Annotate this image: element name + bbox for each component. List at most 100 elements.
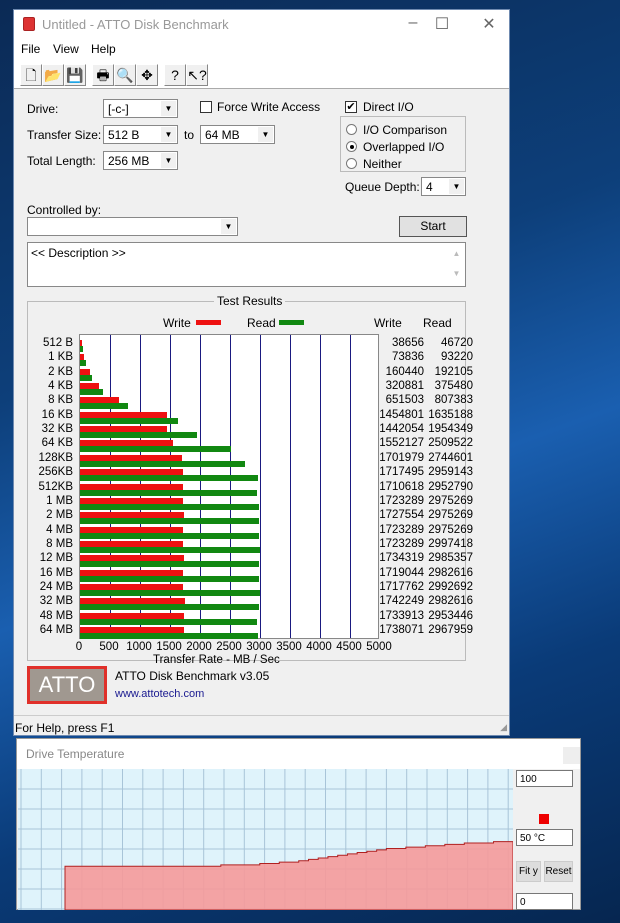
legend-write-label: Write	[163, 316, 191, 330]
category-label: 64 KB	[41, 437, 73, 450]
atto-logo[interactable]: ATTO	[27, 666, 107, 704]
chevron-down-icon: ▼	[161, 153, 176, 168]
print-button[interactable]: 🖶	[92, 64, 114, 86]
test-results-title: Test Results	[214, 294, 286, 308]
chevron-down-icon: ▼	[161, 101, 176, 116]
read-value: 375480	[434, 380, 473, 393]
category-label: 2 KB	[48, 365, 73, 378]
drive-label: Drive:	[27, 102, 59, 116]
temp-close-button[interactable]	[563, 747, 580, 764]
queue-depth-value: 4	[426, 180, 433, 194]
gridline	[260, 335, 261, 638]
read-value: 93220	[441, 351, 473, 364]
new-document-button[interactable]: 🗋	[20, 64, 42, 86]
temperature-graph	[18, 769, 513, 910]
context-help-icon: ↖?	[187, 67, 207, 83]
menu-view[interactable]: View	[53, 42, 79, 56]
read-bar	[80, 575, 259, 582]
gridline	[350, 335, 351, 638]
io-option-radio[interactable]	[346, 158, 357, 169]
read-bar	[80, 432, 198, 439]
category-label: 12 MB	[39, 552, 73, 565]
description-textarea[interactable]: << Description >> ▲ ▼	[27, 242, 466, 287]
transfer-size-from-select[interactable]: 512 B ▼	[103, 125, 178, 144]
title-bar: Untitled - ATTO Disk Benchmark – ☐ ✕	[14, 10, 509, 39]
move-arrows-button[interactable]: ✥	[136, 64, 158, 86]
description-text: << Description >>	[31, 246, 126, 260]
read-value: 807383	[434, 394, 473, 407]
category-label: 32 MB	[39, 595, 73, 608]
io-option-radio[interactable]	[346, 141, 357, 152]
read-value: 2985357	[428, 552, 473, 565]
total-length-select[interactable]: 256 MB ▼	[103, 151, 178, 170]
minimize-button[interactable]: –	[401, 14, 425, 34]
app-icon	[23, 17, 35, 31]
read-value: 1954349	[428, 423, 473, 436]
open-folder-icon: 📂	[44, 67, 62, 83]
direct-io-checkbox[interactable]: ✔	[345, 101, 357, 113]
force-write-checkbox[interactable]	[200, 101, 212, 113]
context-help-button[interactable]: ↖?	[186, 64, 208, 86]
drive-select[interactable]: [-c-] ▼	[103, 99, 178, 118]
read-bar	[80, 633, 259, 639]
read-column-header: Read	[423, 316, 452, 330]
open-folder-button[interactable]: 📂	[42, 64, 64, 86]
chevron-down-icon: ▼	[161, 127, 176, 142]
category-label: 1 KB	[48, 351, 73, 364]
temperature-area	[64, 841, 513, 910]
io-mode-group: I/O Comparison Overlapped I/O Neither	[340, 116, 466, 172]
fit-y-button[interactable]: Fit y	[516, 861, 541, 882]
queue-depth-label: Queue Depth:	[345, 180, 420, 194]
help-button[interactable]: ?	[164, 64, 186, 86]
read-bar	[80, 374, 92, 381]
controlled-by-select[interactable]: ▼	[27, 217, 238, 236]
temp-color-indicator[interactable]	[539, 814, 549, 824]
gridline	[320, 335, 321, 638]
category-label: 512 B	[42, 337, 73, 349]
temp-min-field[interactable]: 0	[516, 893, 573, 910]
read-bar	[80, 346, 83, 352]
read-value: 46720	[441, 337, 473, 349]
toolbar: 🗋 📂 💾 🖶 🔍 ✥? ↖?	[14, 60, 509, 89]
description-scrollbar[interactable]: ▲ ▼	[449, 244, 464, 285]
new-document-icon: 🗋	[25, 67, 37, 83]
read-value: 2509522	[428, 437, 473, 450]
start-button[interactable]: Start	[399, 216, 467, 237]
save-disk-icon: 💾	[66, 67, 84, 83]
read-bar	[80, 618, 258, 625]
read-value: 2744601	[428, 451, 473, 464]
read-value: 2952790	[428, 480, 473, 493]
reset-button[interactable]: Reset	[544, 861, 573, 882]
read-bar	[80, 604, 259, 611]
legend-write-swatch	[196, 320, 221, 325]
read-value: 1635188	[428, 408, 473, 421]
print-icon: 🖶	[96, 67, 110, 83]
resize-grip-icon[interactable]: ◢	[500, 722, 507, 733]
transfer-from-value: 512 B	[108, 128, 140, 142]
menu-file[interactable]: File	[21, 42, 40, 56]
maximize-button[interactable]: ☐	[430, 14, 454, 34]
read-bar	[80, 460, 245, 467]
io-option-label: Neither	[363, 157, 402, 171]
queue-depth-select[interactable]: 4 ▼	[421, 177, 466, 196]
chevron-down-icon: ▼	[221, 219, 236, 234]
category-label: 4 MB	[46, 523, 73, 536]
print-preview-button[interactable]: 🔍	[114, 64, 136, 86]
read-bar	[80, 503, 259, 510]
test-results-group: Test Results Write Read Write Read Trans…	[27, 294, 473, 666]
atto-logo-text: ATTO	[30, 669, 104, 701]
website-link[interactable]: www.attotech.com	[115, 688, 204, 700]
legend-read-swatch	[279, 320, 304, 325]
close-button[interactable]: ✕	[477, 14, 501, 34]
total-length-value: 256 MB	[108, 154, 150, 168]
menu-help[interactable]: Help	[91, 42, 116, 56]
read-value: 2982616	[428, 595, 473, 608]
temp-window-title: Drive Temperature	[26, 747, 125, 761]
transfer-size-to-select[interactable]: 64 MB ▼	[200, 125, 275, 144]
legend-read-label: Read	[247, 316, 276, 330]
print-preview-icon: 🔍	[116, 67, 134, 83]
io-option-radio[interactable]	[346, 124, 357, 135]
temp-max-field[interactable]: 100	[516, 770, 573, 787]
save-disk-button[interactable]: 💾	[64, 64, 86, 86]
read-bar	[80, 589, 260, 596]
